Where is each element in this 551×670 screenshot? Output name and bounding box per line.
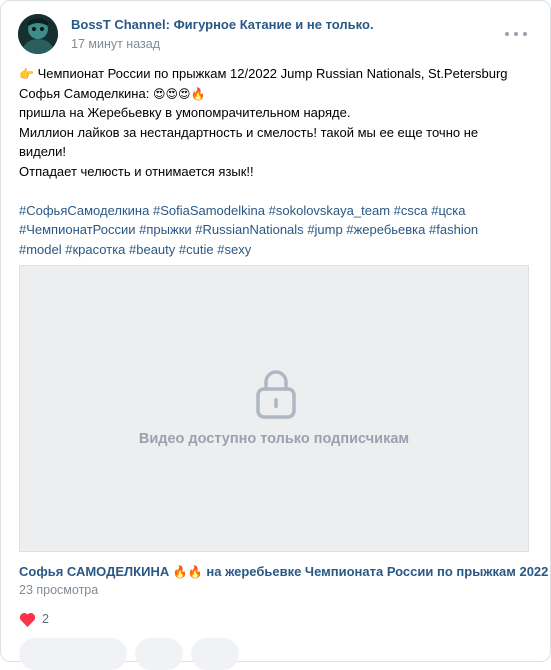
text-line: пришла на Жеребьевку в умопомрачительном… bbox=[19, 105, 351, 120]
post-card: BossT Channel: Фигурное Катание и не тол… bbox=[0, 0, 551, 670]
lock-icon bbox=[256, 370, 296, 419]
author-name[interactable]: BossT Channel: Фигурное Катание и не тол… bbox=[71, 17, 374, 32]
hashtag[interactable]: #sexy bbox=[217, 242, 251, 257]
like-button[interactable]: 2 bbox=[19, 610, 49, 628]
hashtag[interactable]: #csca bbox=[394, 203, 428, 218]
fire-icon: 🔥 bbox=[190, 86, 206, 101]
hashtags-line-2: #ЧемпионатРоссии #прыжки #RussianNationa… bbox=[19, 220, 534, 240]
avatar[interactable] bbox=[18, 14, 58, 54]
avatar-image bbox=[18, 14, 58, 54]
hashtag[interactable]: #sokolovskaya_team bbox=[269, 203, 390, 218]
heart-eyes-icon: 😍😍😍 bbox=[152, 86, 191, 101]
text-line: Отпадает челюсть и отнимается язык!! bbox=[19, 163, 254, 179]
hashtags-line-3: #model #красотка #beauty #cutie #sexy bbox=[19, 240, 534, 260]
hashtag[interactable]: #СофьяСамоделкина bbox=[19, 203, 149, 218]
point-right-icon: 👉 bbox=[19, 67, 34, 81]
heart-icon bbox=[19, 612, 36, 627]
text-line: 👉 Чемпионат России по прыжкам 12/2022 Ju… bbox=[19, 66, 508, 81]
hashtags-line-1: #СофьяСамоделкина #SofiaSamodelkina #sok… bbox=[19, 201, 534, 221]
like-count: 2 bbox=[42, 612, 49, 626]
action-bar bbox=[19, 638, 239, 670]
fire-icon: 🔥🔥 bbox=[172, 565, 203, 579]
hashtag[interactable]: #красотка bbox=[65, 242, 125, 257]
view-count: 23 просмотра bbox=[19, 583, 99, 597]
comment-action-button[interactable] bbox=[135, 638, 183, 670]
locked-video-text: Видео доступно только подписчикам bbox=[138, 431, 410, 447]
hashtag[interactable]: #цска bbox=[431, 203, 465, 218]
hashtag[interactable]: #SofiaSamodelkina bbox=[153, 203, 265, 218]
video-title[interactable]: Софья САМОДЕЛКИНА 🔥🔥 на жеребьевке Чемпи… bbox=[19, 564, 548, 579]
hashtag[interactable]: #model bbox=[19, 242, 62, 257]
hashtag[interactable]: #fashion bbox=[429, 222, 478, 237]
hashtag[interactable]: #jump bbox=[307, 222, 342, 237]
more-icon[interactable] bbox=[505, 26, 527, 42]
hashtag[interactable]: #cutie bbox=[179, 242, 214, 257]
post-text: 👉 Чемпионат России по прыжкам 12/2022 Ju… bbox=[19, 64, 534, 259]
post-time[interactable]: 17 минут назад bbox=[71, 37, 160, 51]
text-line: Софья Самоделкина: 😍😍😍🔥 bbox=[19, 85, 206, 101]
like-action-button[interactable] bbox=[19, 638, 127, 670]
hashtag[interactable]: #ЧемпионатРоссии bbox=[19, 222, 136, 237]
text-line: видели! bbox=[19, 144, 67, 159]
video-placeholder[interactable]: Видео доступно только подписчикам bbox=[19, 265, 529, 552]
share-action-button[interactable] bbox=[191, 638, 239, 670]
text-line: Миллион лайков за нестандартность и смел… bbox=[19, 124, 479, 140]
hashtag[interactable]: #прыжки bbox=[139, 222, 192, 237]
hashtag[interactable]: #жеребьевка bbox=[346, 222, 425, 237]
hashtag[interactable]: #RussianNationals bbox=[195, 222, 303, 237]
hashtag[interactable]: #beauty bbox=[129, 242, 175, 257]
